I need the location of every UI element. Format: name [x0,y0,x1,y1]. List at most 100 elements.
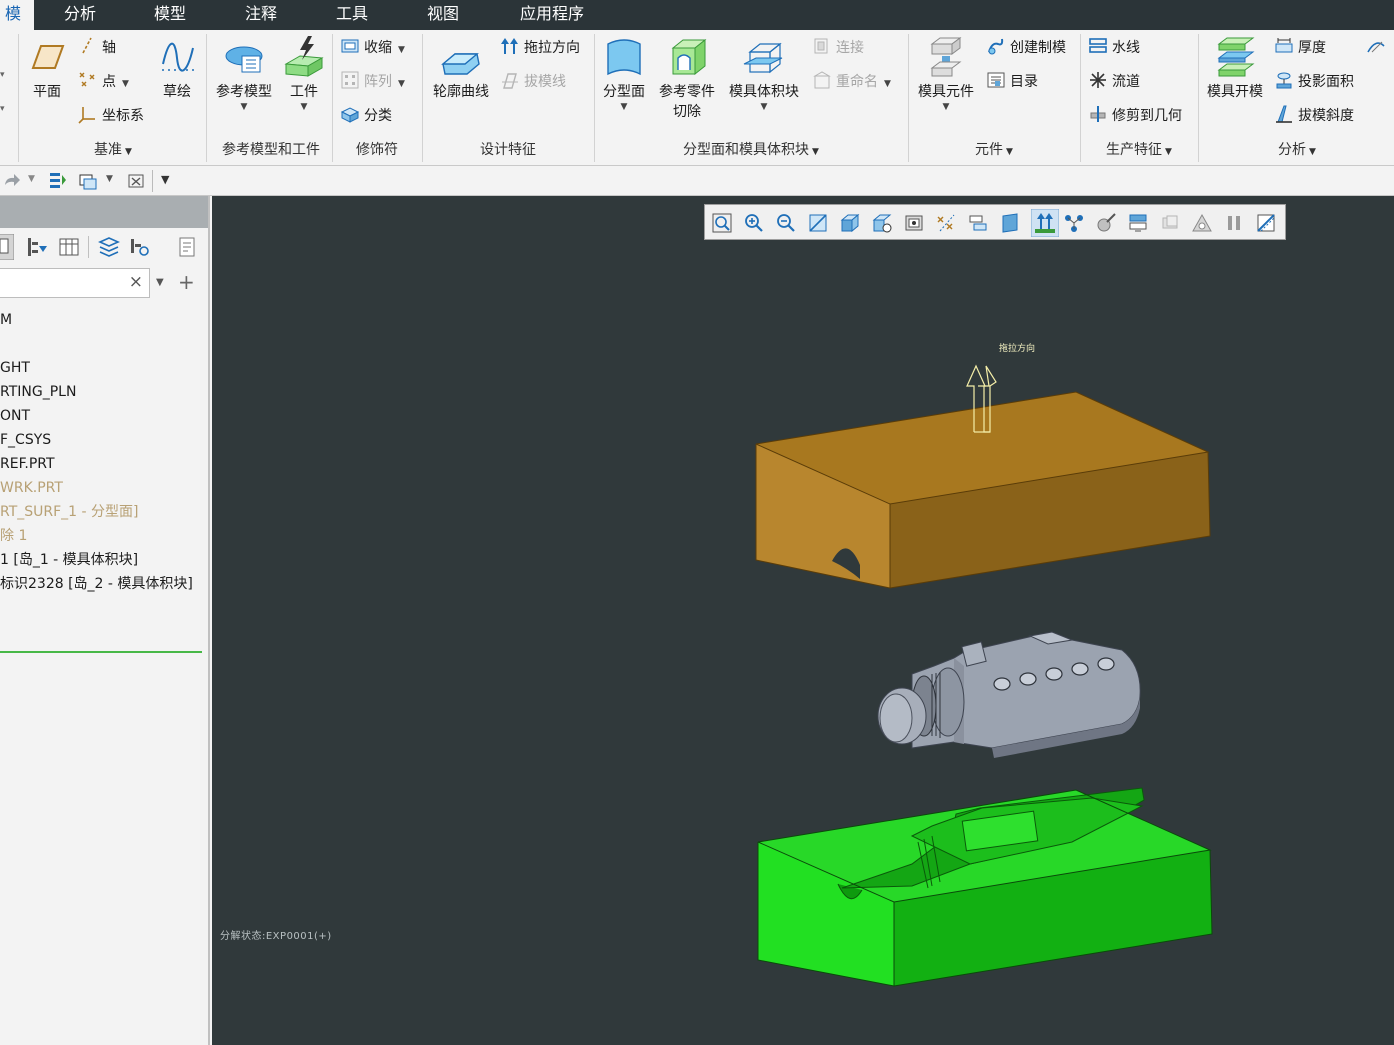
plane-button[interactable]: 平面 [24,34,70,102]
axis-button[interactable]: 轴 [78,36,116,60]
group-label-analysis[interactable]: 分析 ▼ [1200,140,1394,160]
thickness-button[interactable]: 厚度 [1274,36,1326,60]
trim-to-geometry-button[interactable]: 修剪到几何 [1088,104,1182,128]
projected-area-button[interactable]: 投影面积 [1274,70,1354,94]
mold-opening-button[interactable]: 模具开模 [1204,34,1266,102]
repaint-icon[interactable] [807,212,829,234]
tree-item[interactable]: WRK.PRT [0,476,208,500]
tab-view[interactable]: 视图 [411,0,475,30]
clear-search-icon[interactable]: × [129,272,143,292]
regenerate-icon[interactable] [48,171,68,191]
mold-volume-button[interactable]: 模具体积块 ▼ [724,34,804,112]
shading-mode-icon[interactable] [1191,212,1213,234]
chevron-down-icon[interactable]: ▼ [282,102,326,112]
layer-state-icon[interactable] [1127,212,1149,234]
tree-filter-icon[interactable] [26,236,48,258]
customize-toolbar-icon[interactable]: ▼ [161,173,169,186]
tree-item[interactable]: M [0,308,208,332]
mold-component-button[interactable]: 模具元件 ▼ [914,34,978,112]
draft-line-button[interactable]: 拔模线 [500,70,566,94]
point-button[interactable]: 点 ▼ [78,70,129,94]
pull-direction-display-icon[interactable] [1031,209,1059,237]
windows-icon[interactable] [78,171,98,191]
zoom-out-icon[interactable] [775,212,797,234]
pull-direction-button[interactable]: 拖拉方向 [500,36,580,60]
tree-item[interactable]: RT_SURF_1 - 分型面] [0,500,208,524]
datum-display-icon[interactable] [935,212,957,234]
close-window-icon[interactable] [126,171,146,191]
chevron-down-icon[interactable]: ▼ [914,102,978,112]
parting-surface-button[interactable]: 分型面 ▼ [600,34,648,112]
pattern-button[interactable]: 阵列 ▼ [340,70,405,94]
tree-item[interactable]: RTING_PLN [0,380,208,404]
annotation-display-icon[interactable] [999,212,1021,234]
analysis-overflow-button[interactable] [1366,36,1390,60]
ref-model-button[interactable]: 参考模型 ▼ [212,34,276,112]
ref-part-cutout-button[interactable]: 参考零件 切除 [654,34,720,122]
lower-mold-block[interactable] [757,787,1213,987]
show-details-icon[interactable] [176,236,198,258]
chevron-down-icon[interactable]: ▼ [106,174,113,184]
tab-mold[interactable]: 模 [0,0,34,30]
tree-columns-icon[interactable] [58,236,80,258]
workpiece-button[interactable]: 工件 ▼ [282,34,326,112]
classify-button[interactable]: 分类 [340,104,392,128]
pause-icon[interactable] [1223,212,1245,234]
add-filter-icon[interactable]: + [178,270,195,294]
refit-icon[interactable] [711,212,733,234]
saved-orientations-icon[interactable] [871,212,893,234]
runner-button[interactable]: 流道 [1088,70,1140,94]
view-manager-icon[interactable] [903,212,925,234]
chevron-down-icon[interactable]: ▾ [0,70,5,80]
create-molding-button[interactable]: 创建制模 [986,36,1066,60]
redo-icon[interactable] [2,171,22,191]
appearance-icon[interactable] [1095,212,1117,234]
chevron-down-icon[interactable]: ▼ [398,45,405,55]
tab-model[interactable]: 模型 [138,0,202,30]
tab-annotate[interactable]: 注释 [229,0,293,30]
csys-button[interactable]: 坐标系 [78,104,144,128]
draft-check-button[interactable]: 拔模斜度 [1274,104,1354,128]
tree-item[interactable]: 标识2328 [岛_2 - 模具体积块] [0,572,208,596]
group-label-production[interactable]: 生产特征 ▼ [1082,140,1196,160]
tree-item[interactable]: F_CSYS [0,428,208,452]
tree-item[interactable]: REF.PRT [0,452,208,476]
chevron-down-icon[interactable]: ▼ [600,102,648,112]
tree-item[interactable]: 1 [岛_1 - 模具体积块] [0,548,208,572]
chevron-down-icon[interactable]: ▼ [28,174,35,184]
waterline-button[interactable]: 水线 [1088,36,1140,60]
sketch-button[interactable]: 草绘 [154,34,200,102]
display-style-icon[interactable] [839,212,861,234]
tab-applications[interactable]: 应用程序 [505,0,599,30]
tab-analysis[interactable]: 分析 [48,0,112,30]
tab-tools[interactable]: 工具 [320,0,384,30]
rename-button[interactable]: 重命名 ▼ [812,70,891,94]
chevron-down-icon[interactable]: ▼ [724,102,804,112]
chevron-down-icon[interactable]: ▼ [156,277,164,288]
tree-search-input[interactable]: × [0,268,150,298]
chevron-down-icon[interactable]: ▼ [122,79,129,89]
catalog-button[interactable]: 目录 [986,70,1038,94]
tree-item[interactable] [0,332,208,356]
group-label-component[interactable]: 元件 ▼ [910,140,1078,160]
chevron-down-icon[interactable]: ▼ [884,79,891,89]
chevron-down-icon[interactable]: ▼ [212,102,276,112]
spin-center-icon[interactable] [967,212,989,234]
group-label-datum[interactable]: 基准 ▼ [58,140,168,160]
chevron-down-icon[interactable]: ▾ [0,104,5,114]
tree-item[interactable]: GHT [0,356,208,380]
group-label-parting[interactable]: 分型面和模具体积块 ▼ [596,140,906,160]
connect-button[interactable]: 连接 [812,36,864,60]
upper-mold-block[interactable] [755,391,1211,589]
tree-settings-icon[interactable] [128,236,150,258]
layers-icon[interactable] [98,236,120,258]
reference-part-model[interactable] [877,631,1141,758]
chevron-down-icon[interactable]: ▼ [398,79,405,89]
model-scene[interactable] [212,196,1394,1045]
section-view-icon[interactable] [1255,212,1277,234]
graphics-viewport[interactable]: 拖拉方向 分解状态:EXP0001(+) [212,196,1394,1045]
zoom-in-icon[interactable] [743,212,765,234]
model-tree-tab-icon[interactable] [0,234,14,260]
hidden-display-icon[interactable] [1159,212,1181,234]
silhouette-curve-button[interactable]: 轮廓曲线 [428,34,494,102]
